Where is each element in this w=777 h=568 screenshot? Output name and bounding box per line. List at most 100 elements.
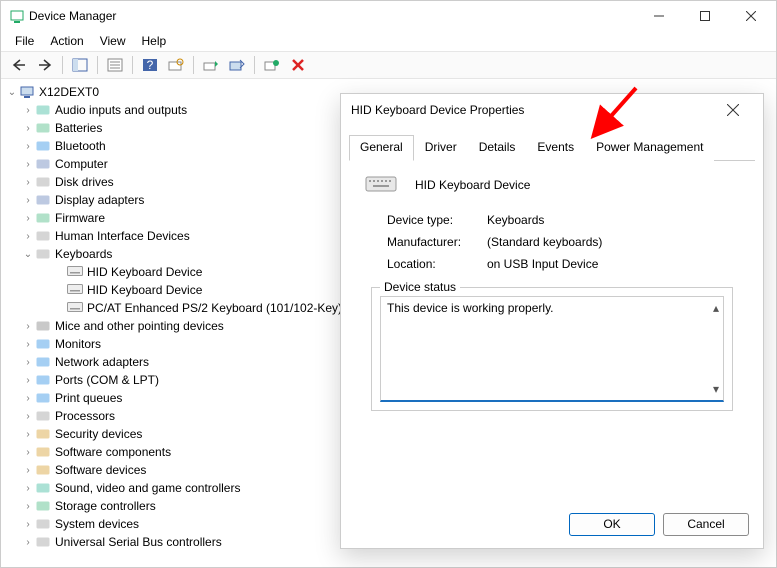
menu-action[interactable]: Action (42, 32, 91, 50)
expand-icon[interactable]: › (21, 321, 35, 332)
category-label: Processors (55, 409, 115, 423)
category-label: Computer (55, 157, 108, 171)
tab-events[interactable]: Events (526, 135, 585, 161)
category-label: Batteries (55, 121, 102, 135)
properties-dialog: HID Keyboard Device Properties General D… (340, 93, 764, 549)
device-status-textbox[interactable]: This device is working properly. ▴▾ (380, 296, 724, 402)
dialog-title: HID Keyboard Device Properties (351, 103, 713, 117)
expand-icon[interactable]: › (21, 213, 35, 224)
category-icon (35, 228, 51, 244)
scan-hardware-button[interactable] (164, 54, 188, 76)
category-label: System devices (55, 517, 139, 531)
category-label: Monitors (55, 337, 101, 351)
device-label: HID Keyboard Device (87, 283, 202, 297)
expand-icon[interactable]: › (21, 393, 35, 404)
tab-details[interactable]: Details (468, 135, 527, 161)
device-type-value: Keyboards (487, 213, 544, 227)
close-button[interactable] (728, 1, 774, 31)
device-name: HID Keyboard Device (415, 178, 530, 192)
expand-icon[interactable]: › (21, 411, 35, 422)
dialog-titlebar: HID Keyboard Device Properties (341, 94, 763, 126)
category-icon (35, 444, 51, 460)
expand-icon[interactable]: › (21, 141, 35, 152)
remove-device-button[interactable] (286, 54, 310, 76)
menu-help[interactable]: Help (134, 32, 175, 50)
expand-icon[interactable]: › (21, 177, 35, 188)
menu-file[interactable]: File (7, 32, 42, 50)
category-label: Human Interface Devices (55, 229, 190, 243)
expand-icon[interactable]: › (21, 339, 35, 350)
category-icon (35, 480, 51, 496)
collapse-icon[interactable]: ⌄ (5, 87, 19, 98)
device-type-label: Device type: (387, 213, 487, 227)
keyboard-icon (67, 282, 83, 298)
tab-power-management[interactable]: Power Management (585, 135, 714, 161)
menubar: File Action View Help (1, 31, 776, 51)
root-label: X12DEXT0 (39, 85, 99, 99)
category-icon (35, 390, 51, 406)
expand-icon[interactable]: › (21, 159, 35, 170)
maximize-button[interactable] (682, 1, 728, 31)
show-hide-console-tree-button[interactable] (68, 54, 92, 76)
keyboard-icon (67, 264, 83, 280)
category-icon (35, 498, 51, 514)
help-button[interactable]: ? (138, 54, 162, 76)
expand-icon[interactable]: › (21, 519, 35, 530)
category-icon (35, 174, 51, 190)
keyboard-icon (67, 300, 83, 316)
tab-general[interactable]: General (349, 135, 414, 161)
device-status-legend: Device status (380, 280, 460, 294)
dialog-footer: OK Cancel (569, 513, 749, 536)
expand-icon[interactable]: › (21, 105, 35, 116)
category-label: Mice and other pointing devices (55, 319, 224, 333)
expand-icon[interactable]: › (21, 123, 35, 134)
status-scrollbar[interactable]: ▴▾ (713, 301, 721, 396)
category-icon (35, 462, 51, 478)
uninstall-device-button[interactable] (260, 54, 284, 76)
expand-icon[interactable]: › (21, 195, 35, 206)
expand-icon[interactable]: › (21, 501, 35, 512)
category-label: Storage controllers (55, 499, 156, 513)
device-label: HID Keyboard Device (87, 265, 202, 279)
expand-icon[interactable]: › (21, 447, 35, 458)
category-label: Keyboards (55, 247, 112, 261)
toolbar: ? (1, 51, 776, 79)
expand-icon[interactable]: › (21, 429, 35, 440)
category-icon (35, 516, 51, 532)
dialog-close-button[interactable] (713, 94, 753, 126)
disable-device-button[interactable] (225, 54, 249, 76)
keyboard-icon (365, 175, 397, 195)
expand-icon[interactable]: › (21, 231, 35, 242)
expand-icon[interactable]: › (21, 483, 35, 494)
tab-driver[interactable]: Driver (414, 135, 468, 161)
category-icon (35, 210, 51, 226)
expand-icon[interactable]: ⌄ (21, 249, 35, 260)
manufacturer-value: (Standard keyboards) (487, 235, 602, 249)
expand-icon[interactable]: › (21, 537, 35, 548)
category-label: Firmware (55, 211, 105, 225)
category-icon (35, 408, 51, 424)
device-status-text: This device is working properly. (387, 301, 554, 315)
category-label: Universal Serial Bus controllers (55, 535, 222, 549)
category-label: Sound, video and game controllers (55, 481, 240, 495)
cancel-button[interactable]: Cancel (663, 513, 749, 536)
forward-button[interactable] (33, 54, 57, 76)
back-button[interactable] (7, 54, 31, 76)
device-label: PC/AT Enhanced PS/2 Keyboard (101/102-Ke… (87, 301, 342, 315)
expand-icon[interactable]: › (21, 357, 35, 368)
menu-view[interactable]: View (92, 32, 134, 50)
dialog-tabs: General Driver Details Events Power Mana… (349, 134, 755, 161)
minimize-button[interactable] (636, 1, 682, 31)
category-icon (35, 192, 51, 208)
titlebar: Device Manager (1, 1, 776, 31)
properties-button[interactable] (103, 54, 127, 76)
category-label: Bluetooth (55, 139, 106, 153)
category-label: Security devices (55, 427, 142, 441)
expand-icon[interactable]: › (21, 465, 35, 476)
ok-button[interactable]: OK (569, 513, 655, 536)
update-driver-button[interactable] (199, 54, 223, 76)
expand-icon[interactable]: › (21, 375, 35, 386)
category-icon (35, 246, 51, 262)
category-icon (35, 156, 51, 172)
dialog-body: HID Keyboard Device Device type:Keyboard… (341, 161, 763, 411)
